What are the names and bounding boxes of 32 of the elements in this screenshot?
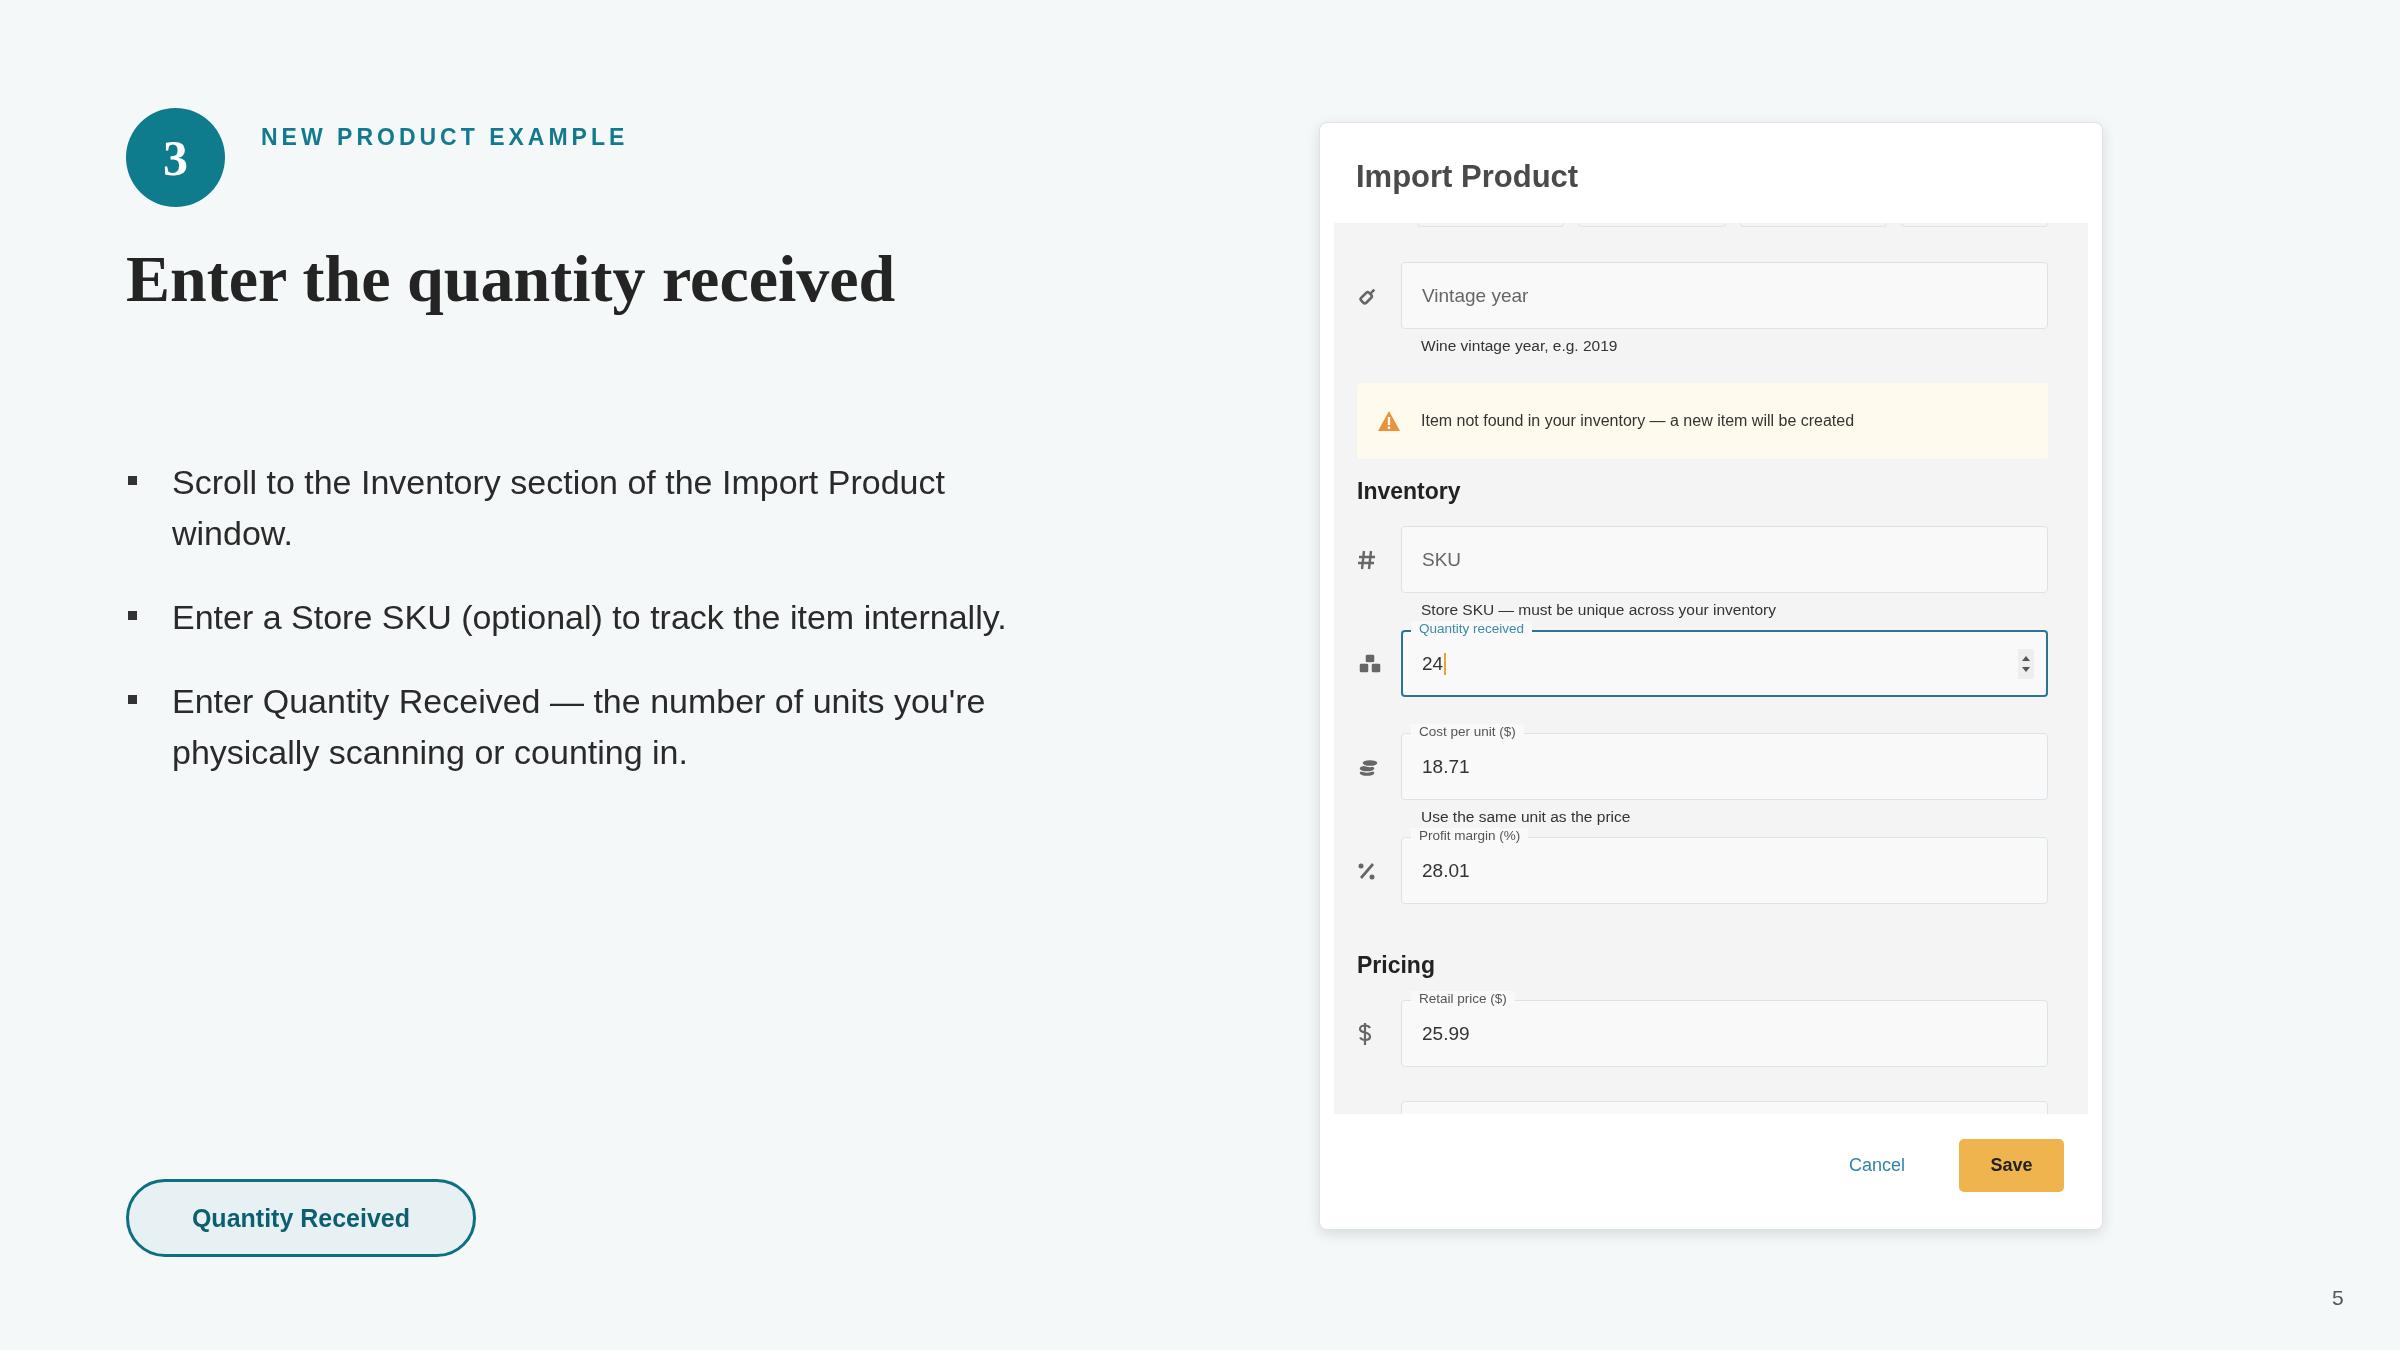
helper-text: Wine vintage year, e.g. 2019 xyxy=(1421,336,1619,356)
warning-icon xyxy=(1377,410,1401,432)
dialog-title: Import Product xyxy=(1356,158,1579,195)
save-button[interactable]: Save xyxy=(1959,1139,2064,1192)
step-number-badge: 3 xyxy=(126,108,225,207)
spinner-icon[interactable] xyxy=(2018,649,2034,679)
bullet-text: Scroll to the Inventory section of the Import Product window. xyxy=(172,462,946,554)
number-field[interactable]: Quantity received 24 xyxy=(1401,621,2048,697)
boxes-icon xyxy=(1357,653,1383,675)
input-field[interactable]: Profit margin (%) 28.01 xyxy=(1401,828,2048,904)
quantity-received-button[interactable]: Quantity Received xyxy=(126,1179,476,1257)
bullet-icon xyxy=(128,611,137,620)
input-field[interactable]: Retail price ($) 25.99 xyxy=(1401,991,2048,1067)
helper-text: Store SKU — must be unique across your inventory xyxy=(1421,600,1777,620)
cancel-button[interactable]: Cancel xyxy=(1842,1154,1911,1177)
section-label: NEW PRODUCT EXAMPLE xyxy=(261,124,629,151)
dollar-icon xyxy=(1357,1022,1373,1046)
section-heading: Inventory xyxy=(1357,477,1462,506)
input-field[interactable]: SKU xyxy=(1401,517,2048,593)
percent-icon xyxy=(1357,861,1377,881)
bullet-text: Enter Quantity Received — the number of units you're physically scanning or counting in. xyxy=(172,681,987,773)
section-heading: Pricing xyxy=(1357,951,1436,980)
warning-text: Item not found in your inventory — a new item will be created xyxy=(1421,412,1855,430)
page-number: 5 xyxy=(2332,1286,2344,1310)
bullet-icon xyxy=(128,476,137,485)
input-field[interactable]: Vintage year xyxy=(1401,253,2048,329)
bullet-icon xyxy=(128,695,137,704)
helper-text: Use the same unit as the price xyxy=(1421,807,1632,827)
slide-title: Enter the quantity received xyxy=(126,241,897,317)
input-field[interactable]: Cost per unit ($) 18.71 xyxy=(1401,724,2048,800)
hash-icon xyxy=(1357,549,1377,571)
bullet-text: Enter a Store SKU (optional) to track the item internally. xyxy=(172,597,1008,638)
